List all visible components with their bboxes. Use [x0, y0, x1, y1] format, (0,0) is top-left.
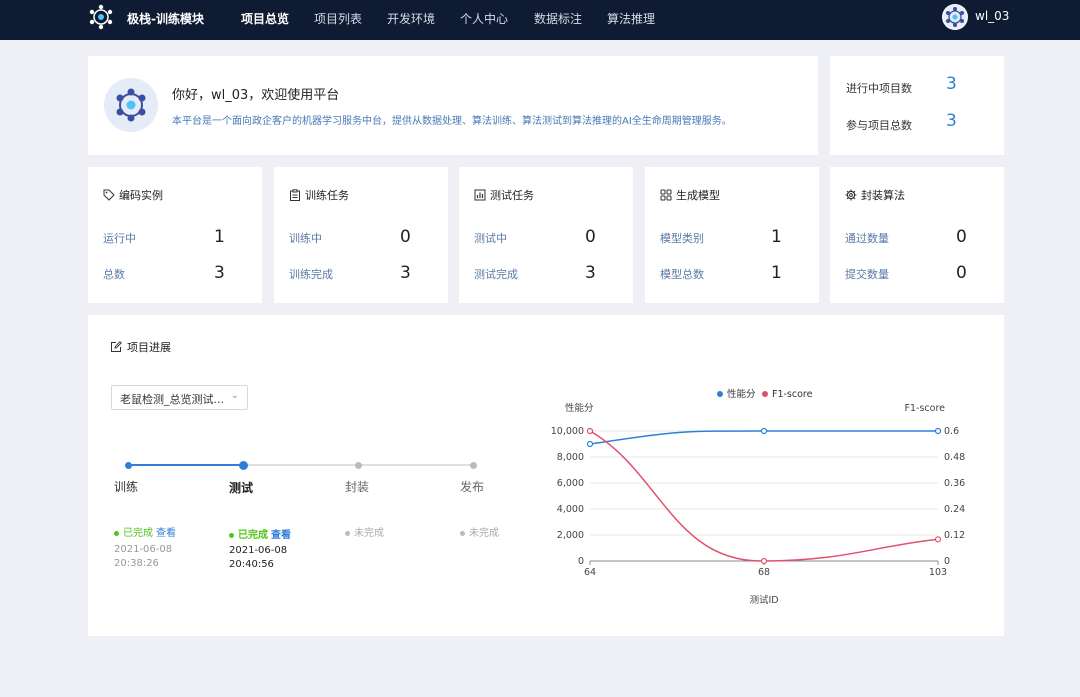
stat-card-generated-model: 生成模型 模型类别 1 模型总数 1: [645, 167, 819, 303]
y2-tick-label: 0.36: [944, 478, 965, 489]
stat-card-title: 封装算法: [861, 189, 905, 202]
stat-value: 1: [771, 227, 782, 247]
user-avatar-icon[interactable]: [942, 4, 968, 30]
project-progress-card: 项目进展 老鼠检测_总览测试... ⌄ 训练 测试 封装 发布 已完成 查看 已完…: [88, 315, 1004, 636]
stat-card-title: 生成模型: [676, 189, 720, 202]
series-line-f1: [589, 430, 939, 562]
y-tick-label: 4,000: [557, 504, 584, 515]
stat-card-title: 编码实例: [119, 189, 163, 202]
nav-item-project-list[interactable]: 项目列表: [314, 10, 362, 27]
grid-icon: [660, 189, 672, 201]
stat-value: 0: [956, 263, 967, 283]
user-name[interactable]: wl_03: [975, 9, 1009, 23]
data-point-f1: [586, 427, 594, 435]
stat-value: 3: [400, 263, 411, 283]
stat-value: 3: [585, 263, 596, 283]
legend-label: F1-score: [772, 389, 813, 400]
in-progress-label: 进行中项目数: [846, 82, 912, 95]
nav-item-inference[interactable]: 算法推理: [607, 10, 655, 27]
bar-chart-icon: [474, 189, 486, 201]
stat-card-training-task: 训练任务 训练中 0 训练完成 3: [274, 167, 448, 303]
y2-tick-label: 0: [944, 556, 950, 567]
data-point-perf: [760, 427, 768, 435]
legend-marker: [717, 391, 723, 397]
nav-item-dev-env[interactable]: 开发环境: [387, 10, 435, 27]
x-tick-label: 68: [758, 567, 770, 578]
y-axis-title: 性能分: [565, 402, 594, 414]
y2-tick-label: 0.12: [944, 530, 965, 541]
legend-marker: [762, 391, 768, 397]
data-point-perf: [586, 440, 594, 448]
data-point-perf: [934, 427, 942, 435]
stat-label: 总数: [103, 268, 125, 281]
stat-card-header: 编码实例: [103, 187, 163, 203]
y-tick-label: 10,000: [551, 426, 584, 437]
stat-card-header: 训练任务: [289, 187, 349, 203]
brand-title: 极栈-训练模块: [127, 12, 204, 26]
welcome-card: 你好，wl_03，欢迎使用平台 本平台是一个面向政企客户的机器学习服务中台，提供…: [88, 56, 818, 155]
y-tick-label: 0: [578, 556, 584, 567]
y2-tick-label: 0.48: [944, 452, 965, 463]
participating-value[interactable]: 3: [946, 111, 957, 131]
stat-label: 通过数量: [845, 232, 889, 245]
stat-card-header: 测试任务: [474, 187, 534, 203]
stat-card-packaged-algorithm: 封装算法 通过数量 0 提交数量 0: [830, 167, 1004, 303]
project-count-card: 进行中项目数 3 参与项目总数 3: [830, 56, 1004, 155]
nav-item-data-annotation[interactable]: 数据标注: [534, 10, 582, 27]
nav-item-overview[interactable]: 项目总览: [241, 10, 289, 27]
y-tick-label: 2,000: [557, 530, 584, 541]
y2-axis-title: F1-score: [905, 403, 946, 414]
x-axis-title: 测试ID: [749, 594, 778, 606]
logo-icon[interactable]: [88, 4, 114, 30]
stat-value: 1: [214, 227, 225, 247]
gear-icon: [845, 189, 857, 201]
stat-label: 测试完成: [474, 268, 518, 281]
stat-value: 1: [771, 263, 782, 283]
data-point-f1: [760, 557, 768, 565]
x-tick-label: 64: [584, 567, 596, 578]
participating-label: 参与项目总数: [846, 119, 912, 132]
y-tick-label: 6,000: [557, 478, 584, 489]
y2-tick-label: 0.24: [944, 504, 965, 515]
welcome-avatar-icon: [104, 78, 158, 132]
stat-label: 提交数量: [845, 268, 889, 281]
stat-label: 训练中: [289, 232, 322, 245]
performance-chart: 0 0 2,000 0.12 4,000 0.24 6,000 0.36 8,000 0.48 10…: [551, 388, 965, 606]
stat-card-code-instance: 编码实例 运行中 1 总数 3: [88, 167, 262, 303]
y2-tick-label: 0.6: [944, 426, 959, 437]
stat-card-title: 训练任务: [305, 189, 349, 202]
stat-label: 测试中: [474, 232, 507, 245]
welcome-title: 你好，wl_03，欢迎使用平台: [172, 88, 340, 103]
legend-label: 性能分: [727, 388, 756, 400]
stat-label: 运行中: [103, 232, 136, 245]
stat-value: 3: [214, 263, 225, 283]
stat-value: 0: [956, 227, 967, 247]
stat-label: 模型总数: [660, 268, 704, 281]
y-tick-label: 8,000: [557, 452, 584, 463]
top-navbar: 极栈-训练模块 项目总览 项目列表 开发环境 个人中心 数据标注 算法推理 wl…: [0, 0, 1080, 40]
stat-card-header: 生成模型: [660, 187, 720, 203]
stat-label: 模型类别: [660, 232, 704, 245]
welcome-description: 本平台是一个面向政企客户的机器学习服务中台，提供从数据处理、算法训练、算法测试到…: [172, 116, 732, 127]
stat-value: 0: [400, 227, 411, 247]
nav-item-personal-center[interactable]: 个人中心: [460, 10, 508, 27]
stat-value: 0: [585, 227, 596, 247]
stat-card-header: 封装算法: [845, 187, 905, 203]
stat-label: 训练完成: [289, 268, 333, 281]
data-point-f1: [934, 536, 942, 543]
x-tick-label: 103: [929, 567, 947, 578]
tag-icon: [103, 189, 115, 201]
clipboard-icon: [290, 189, 300, 201]
in-progress-value[interactable]: 3: [946, 74, 957, 94]
stat-card-title: 测试任务: [490, 189, 534, 202]
stat-card-test-task: 测试任务 测试中 0 测试完成 3: [459, 167, 633, 303]
